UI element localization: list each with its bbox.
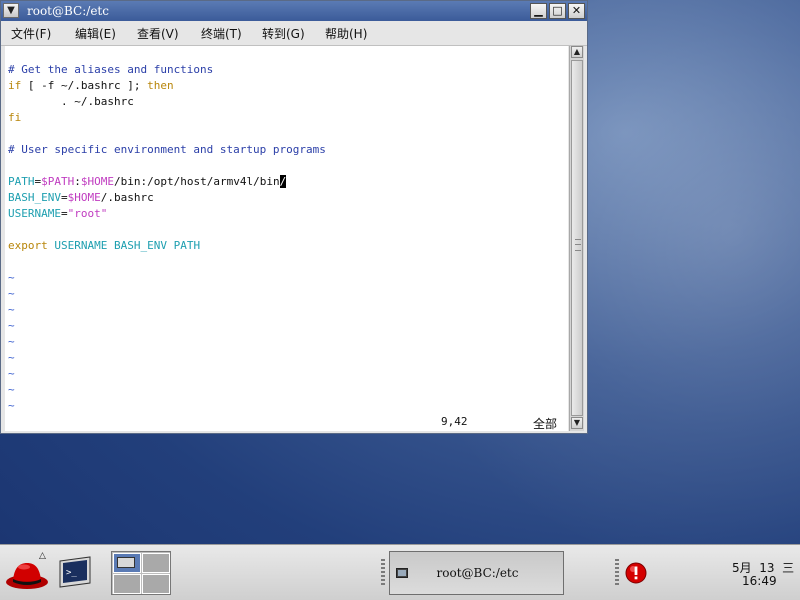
cursor-position: 9,42 [441,415,468,428]
workspace-2[interactable] [142,553,170,573]
terminal-window[interactable]: ▼ root@BC:/etc ▁ □ ✕ 文件(F) 编辑(E) 查看(V) 终… [0,0,588,434]
workspace-3[interactable] [113,574,141,594]
arrow-up-icon: ▲ [573,47,581,56]
empty-line-tilde: ~ [8,383,15,396]
text-token: = [60,191,68,204]
triangle-up-icon: △ [39,551,46,561]
bottom-panel: △ >_ root@BC:/etc 5月 13 三 16:49 [0,544,800,600]
empty-line-tilde: ~ [8,271,15,284]
editor-line: PATH=$PATH:$HOME/bin:/opt/host/armv4l/bi… [8,174,287,190]
editor-line: export USERNAME BASH_ENV PATH [8,238,200,254]
text-token: /bin:/opt/host/armv4l/bin [114,175,280,188]
variable-token: $HOME [67,191,101,204]
variable-token: $HOME [80,175,114,188]
taskbar-button-label: root@BC:/etc [436,566,519,580]
chevron-down-icon: ▼ [7,5,15,16]
scroll-position: 全部 [533,417,558,431]
terminal-icon[interactable]: >_ [56,555,94,589]
svg-text:>_: >_ [66,568,77,578]
menu-bar: 文件(F) 编辑(E) 查看(V) 终端(T) 转到(G) 帮助(H) [1,21,587,46]
scrollbar-thumb[interactable] [571,60,583,416]
close-icon: ✕ [571,4,582,17]
menu-goto[interactable]: 转到(G) [262,25,305,42]
scroll-down-button[interactable]: ▼ [571,417,583,429]
empty-line-tilde: ~ [8,399,15,412]
workspace-1[interactable] [113,553,141,573]
alert-icon[interactable] [625,562,647,584]
minimize-button[interactable]: ▁ [530,3,547,19]
window-menu-button[interactable]: ▼ [3,3,19,18]
text-token: : [74,175,81,188]
taskbar-button-terminal[interactable]: root@BC:/etc [389,551,564,595]
keyword-token: then [147,79,174,92]
empty-line-tilde: ~ [8,319,15,332]
text-token: [ -f ~/.bashrc ]; [21,79,148,92]
maximize-icon: □ [552,4,563,17]
maximize-button[interactable]: □ [549,3,566,19]
editor-line: # Get the aliases and functions [8,63,214,76]
variable-token: $PATH [41,175,75,188]
window-title: root@BC:/etc [27,4,109,18]
workspace-pager[interactable] [111,551,171,595]
panel-drag-handle[interactable] [381,559,385,585]
menu-file[interactable]: 文件(F) [11,25,51,42]
keyword-token: if [8,79,22,92]
editor-line: # User specific environment and startup … [8,143,326,156]
empty-line-tilde: ~ [8,351,15,364]
clock-time[interactable]: 16:49 [742,574,777,588]
menu-edit[interactable]: 编辑(E) [75,25,116,42]
workspace-4[interactable] [142,574,170,594]
editor-line: USERNAME="root" [8,206,107,222]
identifier-token: BASH_ENV [8,191,61,204]
grip-icon [575,239,581,251]
text-token: /.bashrc [100,191,154,204]
vertical-scrollbar[interactable]: ▲ ▼ [569,46,584,431]
menu-terminal[interactable]: 终端(T) [201,25,242,42]
terminal-text-area[interactable]: # Get the aliases and functions if [ -f … [5,46,568,416]
keyword-token: export [8,239,48,252]
identifier-token: USERNAME [8,207,61,220]
empty-line-tilde: ~ [8,367,15,380]
empty-line-tilde: ~ [8,335,15,348]
menu-view[interactable]: 查看(V) [137,25,179,42]
text-cursor: / [279,175,287,188]
empty-line-tilde: ~ [8,303,15,316]
menu-help[interactable]: 帮助(H) [325,25,367,42]
empty-line-tilde: ~ [8,287,15,300]
text-token: = [60,207,68,220]
scroll-up-button[interactable]: ▲ [571,46,583,58]
close-button[interactable]: ✕ [568,3,585,19]
editor-line: BASH_ENV=$HOME/.bashrc [8,190,154,206]
identifier-token: USERNAME BASH_ENV PATH [47,239,201,252]
window-thumbnail [117,557,135,568]
arrow-down-icon: ▼ [573,418,581,427]
title-bar[interactable]: ▼ root@BC:/etc ▁ □ ✕ [1,1,587,21]
panel-drag-handle[interactable] [615,559,619,585]
identifier-token: PATH [8,175,35,188]
string-token: "root" [67,207,108,220]
vim-status-line: 9,42 全部 [5,415,568,431]
editor-line: if [ -f ~/.bashrc ]; then [8,78,174,94]
editor-line: fi [8,111,22,124]
minimize-icon: ▁ [534,4,543,17]
editor-line: . ~/.bashrc [8,95,134,108]
